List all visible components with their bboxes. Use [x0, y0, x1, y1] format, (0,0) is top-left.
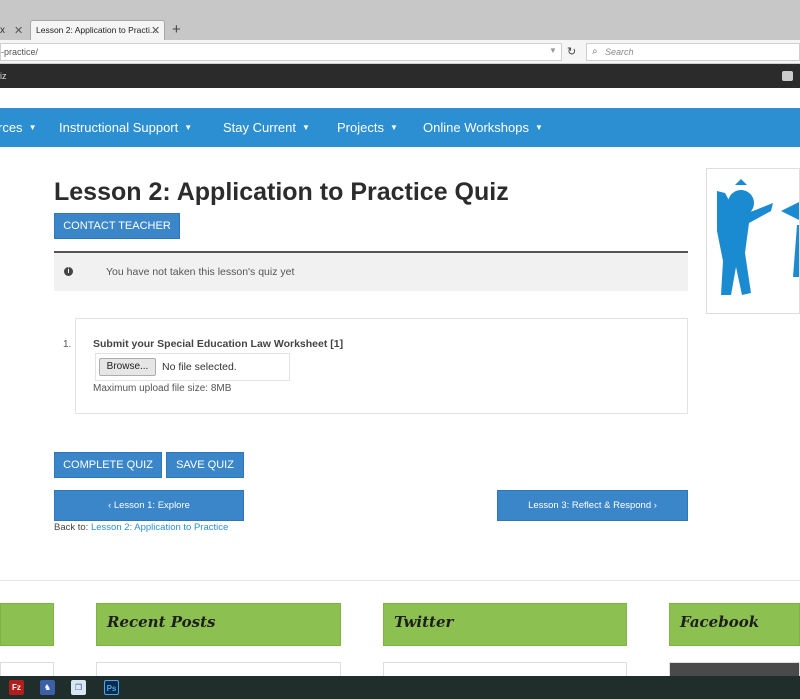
- previous-lesson-button[interactable]: ‹ Lesson 1: Explore: [54, 490, 244, 521]
- caret-down-icon: ▼: [534, 123, 543, 132]
- app-icon[interactable]: ♞: [40, 680, 55, 695]
- new-tab-icon[interactable]: +: [172, 21, 181, 38]
- nav-item-label: Online Workshops: [423, 120, 529, 135]
- footer-panel: [383, 662, 627, 676]
- footer-widget-twitter: Twitter: [383, 603, 627, 646]
- active-tab[interactable]: Lesson 2: Application to Practi... ✕: [30, 20, 165, 40]
- url-bar[interactable]: -practice/ ▼: [0, 43, 562, 61]
- photoshop-icon[interactable]: Ps: [104, 680, 119, 695]
- bookmarks-bar: iz: [0, 64, 800, 88]
- nav-item-online-workshops[interactable]: Online Workshops ▼: [423, 120, 543, 135]
- search-icon: ⌕: [592, 46, 598, 57]
- os-taskbar: Fz ♞ ❐ Ps: [0, 676, 800, 699]
- footer-widget-header: [0, 603, 54, 646]
- notice-text: You have not taken this lesson's quiz ye…: [106, 266, 295, 278]
- caret-down-icon: ▼: [301, 123, 310, 132]
- page-title: Lesson 2: Application to Practice Quiz: [54, 178, 509, 206]
- question-text: Submit your Special Education Law Worksh…: [93, 338, 344, 350]
- back-to-breadcrumb: Back to: Lesson 2: Application to Practi…: [54, 522, 228, 533]
- close-icon[interactable]: ✕: [14, 24, 23, 37]
- back-to-label: Back to:: [54, 522, 89, 533]
- caret-down-icon: ▼: [389, 123, 398, 132]
- next-lesson-button[interactable]: Lesson 3: Reflect & Respond ›: [497, 490, 688, 521]
- sidebar-logo-widget: [706, 168, 800, 314]
- footer-widget-facebook: Facebook: [669, 603, 800, 646]
- footer-panel: [96, 662, 341, 676]
- url-text: -practice/: [1, 47, 39, 57]
- browse-button[interactable]: Browse...: [99, 358, 156, 376]
- footer-widget-title: Facebook: [680, 613, 760, 631]
- nav-item-label: Stay Current: [223, 120, 296, 135]
- quiz-status-notice: i You have not taken this lesson's quiz …: [54, 251, 688, 291]
- footer-widget-title: Recent Posts: [107, 613, 216, 631]
- chat-icon[interactable]: [782, 71, 793, 81]
- footer-widget-recent-posts: Recent Posts: [96, 603, 341, 646]
- search-placeholder: Search: [605, 47, 634, 57]
- footer-panel: [0, 662, 54, 676]
- footer-panel: [669, 662, 800, 676]
- question-number: 1.: [63, 339, 72, 350]
- active-tab-title: Lesson 2: Application to Practi...: [36, 25, 157, 35]
- caret-down-icon: ▼: [28, 123, 37, 132]
- bookmark-item[interactable]: iz: [0, 71, 7, 81]
- caret-down-icon: ▼: [184, 123, 193, 132]
- filezilla-icon[interactable]: Fz: [9, 680, 24, 695]
- complete-quiz-button[interactable]: COMPLETE QUIZ: [54, 452, 162, 478]
- reload-icon[interactable]: ↻: [567, 45, 576, 58]
- close-icon[interactable]: ✕: [151, 24, 160, 37]
- back-to-link[interactable]: Lesson 2: Application to Practice: [91, 522, 228, 533]
- children-logo-icon: [717, 179, 799, 295]
- quiz-question: Submit your Special Education Law Worksh…: [75, 318, 688, 414]
- footer-divider: [0, 580, 800, 581]
- max-upload-size: Maximum upload file size: 8MB: [93, 383, 232, 394]
- nav-item-resources[interactable]: rces ▼: [0, 120, 36, 135]
- site-nav: rces ▼ Instructional Support ▼ Stay Curren…: [0, 108, 800, 147]
- file-upload-field[interactable]: Browse... No file selected.: [95, 353, 290, 381]
- previous-tab[interactable]: x ✕: [0, 22, 30, 40]
- nav-item-stay-current[interactable]: Stay Current ▼: [223, 120, 310, 135]
- nav-item-label: Instructional Support: [59, 120, 179, 135]
- documents-icon[interactable]: ❐: [71, 680, 86, 695]
- browser-nav-bar: -practice/ ▼ ↻ ⌕ Search: [0, 40, 800, 64]
- previous-tab-label: x: [0, 25, 5, 36]
- search-input[interactable]: ⌕ Search: [586, 43, 800, 61]
- nav-item-label: rces: [0, 120, 23, 135]
- nav-item-label: Projects: [337, 120, 384, 135]
- nav-item-instructional-support[interactable]: Instructional Support ▼: [59, 120, 192, 135]
- file-status: No file selected.: [162, 361, 237, 373]
- nav-item-projects[interactable]: Projects ▼: [337, 120, 398, 135]
- contact-teacher-button[interactable]: CONTACT TEACHER: [54, 213, 180, 239]
- footer-widget-title: Twitter: [394, 613, 454, 631]
- info-icon: i: [64, 267, 73, 276]
- chevron-down-icon[interactable]: ▼: [549, 46, 557, 55]
- browser-tab-bar: x ✕ Lesson 2: Application to Practi... ✕…: [0, 0, 800, 40]
- save-quiz-button[interactable]: SAVE QUIZ: [166, 452, 244, 478]
